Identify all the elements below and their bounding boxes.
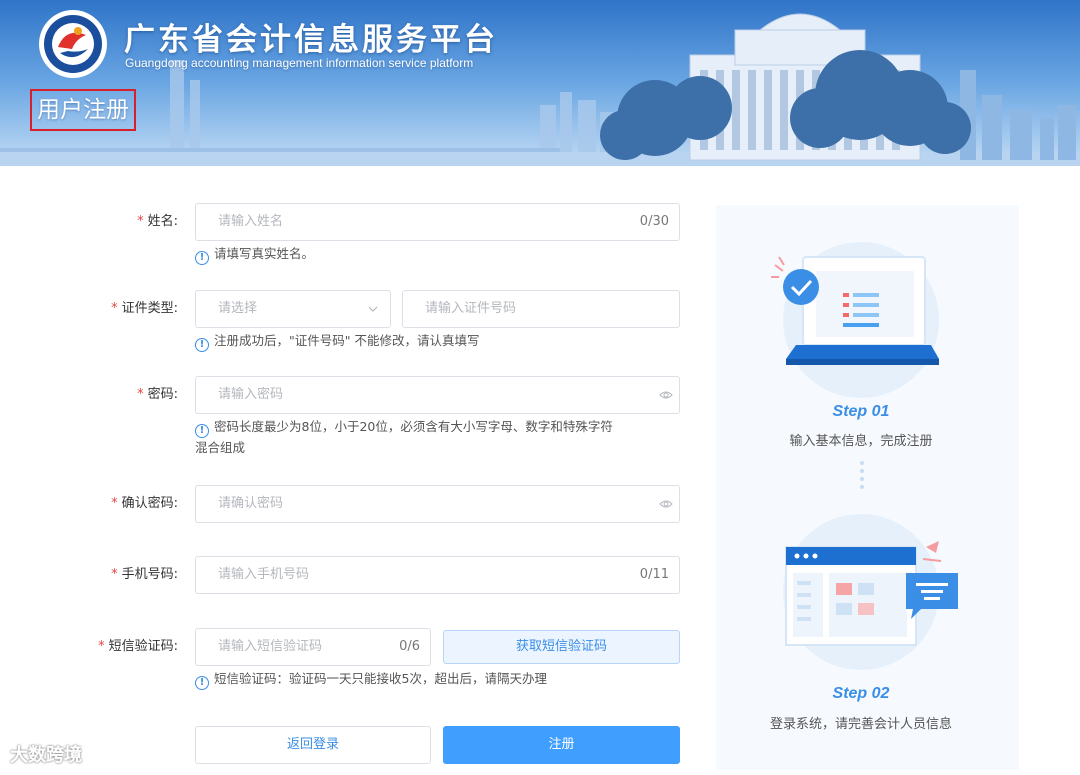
step-1-title: Step 01: [832, 403, 890, 420]
id-number-input[interactable]: 请输入证件号码: [402, 290, 680, 328]
info-icon: !: [195, 251, 209, 265]
password-hint-line2: 混合组成: [195, 440, 246, 455]
password-input[interactable]: 请输入密码: [195, 376, 680, 414]
name-hint: ! 请填写真实姓名。: [195, 243, 314, 265]
step-connector: [859, 461, 865, 493]
chevron-down-icon: [368, 306, 378, 312]
id-type-hint: ! 注册成功后，"证件号码" 不能修改，请认真填写: [195, 330, 479, 352]
confirm-password-input[interactable]: 请确认密码: [195, 485, 680, 523]
browser-window-illustration: [783, 514, 958, 670]
header-banner: 广东省会计信息服务平台 Guangdong accounting managem…: [0, 0, 1080, 166]
id-type-select[interactable]: 请选择: [195, 290, 391, 328]
info-icon: !: [195, 676, 209, 690]
step-2-desc: 登录系统，请完善会计人员信息: [769, 717, 952, 732]
step-2-title: Step 02: [832, 685, 890, 702]
confirm-password-label: * 确认密码:: [111, 496, 178, 511]
phone-input[interactable]: 请输入手机号码 0/11: [195, 556, 680, 594]
steps-panel: Step 01 输入基本信息，完成注册 Step 02 登录系统，请完善会计人员…: [716, 205, 1019, 770]
name-label: * 姓名:: [137, 214, 178, 229]
registration-form: * 姓名: 请输入姓名 0/30 ! 请填写真实姓名。 * 证件类型: 请选择 请输入…: [0, 166, 700, 775]
watermark: 大数跨境: [10, 745, 82, 766]
laptop-check-illustration: [771, 242, 939, 398]
name-counter: 0/30: [639, 214, 669, 229]
site-subtitle: Guangdong accounting management informat…: [125, 56, 474, 70]
logo-icon: [39, 10, 107, 78]
id-type-label: * 证件类型:: [111, 301, 178, 316]
phone-counter: 0/11: [639, 567, 669, 582]
name-input[interactable]: 请输入姓名 0/30: [195, 203, 680, 241]
back-to-login-button[interactable]: 返回登录: [195, 726, 431, 764]
phone-label: * 手机号码:: [111, 567, 178, 582]
get-sms-code-button[interactable]: 获取短信验证码: [443, 630, 680, 664]
eye-icon[interactable]: [659, 498, 673, 510]
page-heading: 用户注册: [30, 89, 136, 131]
info-icon: !: [195, 424, 209, 438]
step-1-desc: 输入基本信息，完成注册: [789, 434, 933, 449]
sms-code-hint: ! 短信验证码：验证码一天只能接收5次，超出后，请隔天办理: [195, 668, 547, 690]
sms-code-input[interactable]: 请输入短信验证码 0/6: [195, 628, 431, 666]
password-label: * 密码:: [137, 387, 178, 402]
sms-code-counter: 0/6: [399, 639, 420, 654]
site-title: 广东省会计信息服务平台: [124, 22, 498, 58]
password-hint: ! 密码长度最少为8位，小于20位，必须含有大小写字母、数字和特殊字符: [195, 416, 680, 438]
register-button[interactable]: 注册: [443, 726, 680, 764]
sms-code-label: * 短信验证码:: [98, 639, 178, 654]
info-icon: !: [195, 338, 209, 352]
eye-icon[interactable]: [659, 389, 673, 401]
